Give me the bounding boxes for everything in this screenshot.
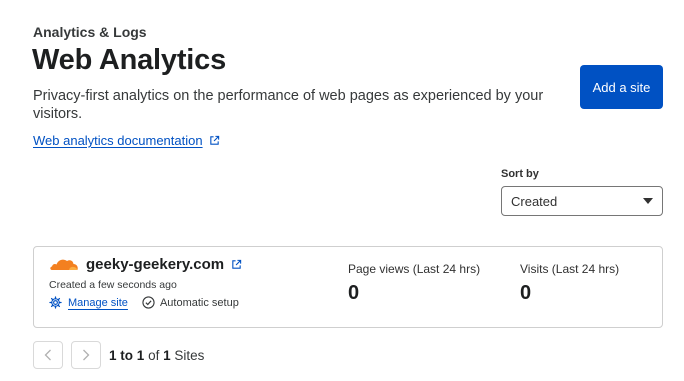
previous-page-button[interactable]: [33, 341, 63, 369]
chevron-left-icon: [44, 349, 51, 361]
chevron-down-icon: [643, 198, 653, 204]
pagination: 1 to 1 of 1 Sites: [33, 341, 204, 369]
visits-label: Visits (Last 24 hrs): [520, 262, 620, 276]
page-views-metric: Page views (Last 24 hrs) 0: [348, 262, 480, 305]
page-views-value: 0: [348, 282, 360, 304]
visits-metric: Visits (Last 24 hrs) 0: [520, 262, 619, 305]
next-page-button[interactable]: [71, 341, 101, 369]
gear-icon: [49, 296, 62, 309]
page-views-label: Page views (Last 24 hrs): [348, 262, 481, 276]
sort-selected-value: Created: [511, 193, 558, 209]
add-site-button[interactable]: Add a site: [580, 65, 663, 109]
site-card: geeky-geekery.com Created a few seconds …: [33, 246, 663, 328]
range-of: of: [148, 347, 160, 363]
range-end: 1: [136, 347, 145, 363]
documentation-link[interactable]: Web analytics documentation: [33, 133, 220, 148]
automatic-setup-status: Automatic setup: [142, 296, 239, 309]
range-start: 1: [109, 347, 117, 363]
documentation-link-label: Web analytics documentation: [33, 133, 203, 148]
external-link-icon: [209, 135, 219, 145]
site-name: geeky-geekery.com: [86, 256, 225, 273]
external-link-icon: [232, 259, 242, 269]
site-actions: Manage site Automatic setup: [49, 296, 239, 309]
pagination-summary: 1 to 1 of 1 Sites: [109, 348, 204, 363]
cloud-logo-icon: [50, 259, 78, 270]
breadcrumb: Analytics & Logs: [33, 24, 147, 40]
visits-value: 0: [520, 282, 532, 304]
total-unit: Sites: [174, 347, 205, 363]
site-name-link[interactable]: geeky-geekery.com: [86, 256, 242, 273]
range-to: to: [120, 347, 134, 363]
page-description: Privacy-first analytics on the performan…: [33, 88, 544, 122]
site-created-text: Created a few seconds ago: [49, 279, 177, 291]
chevron-right-icon: [83, 349, 90, 361]
page-title: Web Analytics: [32, 44, 227, 76]
check-circle-icon: [142, 296, 155, 309]
sort-select[interactable]: Created: [501, 186, 663, 216]
manage-site-link[interactable]: Manage site: [68, 297, 128, 309]
sort-label: Sort by: [501, 168, 539, 180]
automatic-setup-label: Automatic setup: [159, 296, 239, 309]
total-count: 1: [163, 347, 171, 363]
